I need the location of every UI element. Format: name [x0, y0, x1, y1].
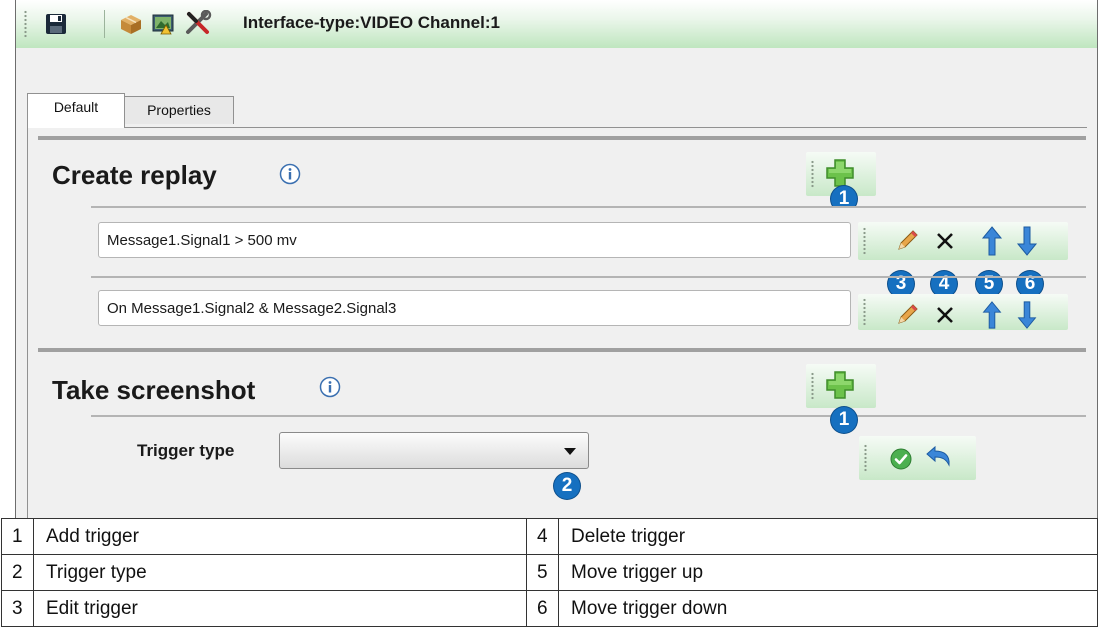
monitor-icon[interactable] [151, 12, 175, 36]
edit-trigger-button[interactable] [896, 228, 920, 252]
tab-properties[interactable]: Properties [124, 96, 234, 124]
table-row: 3 Edit trigger 6 Move trigger down [1, 590, 1098, 627]
section-divider [38, 348, 1086, 352]
window-title: Interface-type:VIDEO Channel:1 [243, 13, 500, 32]
toolbar-grip[interactable] [811, 372, 814, 400]
tools-icon[interactable] [184, 10, 212, 36]
section-divider [38, 136, 1086, 140]
info-icon[interactable] [319, 376, 341, 398]
move-trigger-down-button[interactable] [1016, 300, 1038, 330]
legend-number: 2 [1, 554, 34, 591]
trigger-type-label: Trigger type [137, 441, 235, 460]
trigger-row-toolbar [858, 222, 1068, 260]
confirm-toolbar [859, 436, 976, 480]
legend-label: Move trigger down [558, 590, 1098, 627]
move-trigger-up-button[interactable] [981, 225, 1003, 257]
toolbar-grip[interactable] [24, 10, 27, 38]
package-icon[interactable] [119, 12, 143, 36]
legend-label: Delete trigger [558, 518, 1098, 555]
trigger-row-toolbar [858, 294, 1068, 330]
tab-default[interactable]: Default [27, 93, 125, 128]
take-screenshot-title: Take screenshot [52, 375, 256, 405]
legend-table: 1 Add trigger 4 Delete trigger 2 Trigger… [1, 518, 1098, 627]
create-replay-title: Create replay [52, 160, 217, 190]
legend-number: 5 [526, 554, 559, 591]
toolbar-separator [104, 10, 105, 38]
move-trigger-up-button[interactable] [981, 300, 1003, 330]
toolbar-grip[interactable] [864, 444, 867, 472]
tab-default-label: Default [53, 99, 99, 115]
save-icon[interactable] [44, 12, 68, 36]
undo-button[interactable] [923, 444, 953, 470]
legend-number: 3 [1, 590, 34, 627]
tab-properties-label: Properties [147, 102, 211, 118]
trigger-type-dropdown[interactable] [279, 432, 589, 469]
add-trigger-toolbar [806, 364, 876, 408]
trigger-condition-text: Message1.Signal1 > 500 mv [107, 232, 297, 249]
add-trigger-button[interactable] [824, 369, 856, 401]
callout-badge: 2 [554, 473, 580, 499]
legend-number: 1 [1, 518, 34, 555]
edit-trigger-button[interactable] [896, 302, 920, 326]
legend-number: 4 [526, 518, 559, 555]
row-divider [91, 276, 1086, 278]
move-trigger-down-button[interactable] [1016, 225, 1038, 257]
legend-label: Move trigger up [558, 554, 1098, 591]
toolbar-grip[interactable] [811, 160, 814, 188]
callout-badge: 1 [831, 407, 857, 433]
info-icon[interactable] [279, 163, 301, 185]
toolbar-grip[interactable] [863, 227, 866, 255]
legend-label: Edit trigger [33, 590, 527, 627]
table-row: 1 Add trigger 4 Delete trigger [1, 518, 1098, 555]
delete-trigger-button[interactable] [934, 304, 956, 326]
legend-number: 6 [526, 590, 559, 627]
legend-label: Trigger type [33, 554, 527, 591]
apply-button[interactable] [889, 447, 913, 471]
toolbar-grip[interactable] [863, 298, 866, 326]
toolbar: Interface-type:VIDEO Channel:1 [16, 0, 1097, 48]
chevron-down-icon [564, 448, 576, 455]
trigger-condition-field[interactable]: Message1.Signal1 > 500 mv [98, 222, 851, 258]
table-row: 2 Trigger type 5 Move trigger up [1, 554, 1098, 591]
trigger-condition-text: On Message1.Signal2 & Message2.Signal3 [107, 300, 397, 317]
trigger-condition-field[interactable]: On Message1.Signal2 & Message2.Signal3 [98, 290, 851, 326]
delete-trigger-button[interactable] [934, 230, 956, 252]
editor-window: Interface-type:VIDEO Channel:1 Default P… [15, 0, 1098, 518]
add-trigger-button[interactable] [824, 157, 856, 189]
legend-label: Add trigger [33, 518, 527, 555]
